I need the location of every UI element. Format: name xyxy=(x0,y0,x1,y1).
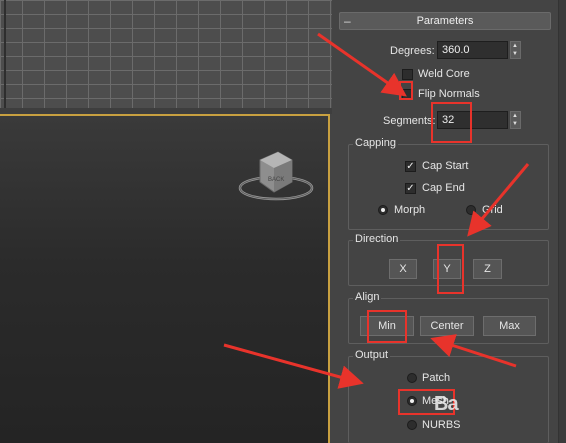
segments-spinner[interactable]: ▲ ▼ xyxy=(510,111,521,129)
grid-radio[interactable] xyxy=(466,205,476,215)
flip-normals-label: Flip Normals xyxy=(418,88,480,100)
weld-core-label: Weld Core xyxy=(418,68,470,80)
weld-core-checkbox[interactable] xyxy=(402,69,413,80)
rollout-title: Parameters xyxy=(416,15,474,27)
spinner-down-icon[interactable]: ▼ xyxy=(512,120,518,128)
viewport-divider xyxy=(4,0,6,108)
align-max-button[interactable]: Max xyxy=(483,316,536,336)
spinner-up-icon[interactable]: ▲ xyxy=(512,42,518,50)
command-panel: – Parameters Degrees: 360.0 ▲ ▼ Weld Cor… xyxy=(332,0,566,443)
morph-radio[interactable] xyxy=(378,205,388,215)
align-center-button[interactable]: Center xyxy=(420,316,474,336)
parameters-rollout-header[interactable]: – Parameters xyxy=(339,12,551,30)
spinner-down-icon[interactable]: ▼ xyxy=(512,50,518,58)
morph-label: Morph xyxy=(394,204,426,216)
capping-title: Capping xyxy=(353,137,398,149)
segments-label: Segments: xyxy=(383,115,436,127)
nurbs-radio[interactable] xyxy=(407,420,417,430)
viewcube-face-label: BACK xyxy=(268,177,284,183)
highlight-flip-normals xyxy=(399,81,413,100)
patch-label: Patch xyxy=(422,372,451,384)
direction-title: Direction xyxy=(353,233,401,245)
cap-end-checkbox[interactable]: ✓ xyxy=(405,183,416,194)
panel-scrollbar[interactable] xyxy=(558,0,566,443)
highlight-segments xyxy=(431,102,472,143)
cap-start-checkbox[interactable]: ✓ xyxy=(405,161,416,172)
cap-end-label: Cap End xyxy=(422,182,465,194)
degrees-field[interactable]: 360.0 xyxy=(437,41,508,59)
direction-z-button[interactable]: Z xyxy=(473,259,502,279)
highlight-direction-y xyxy=(437,244,464,294)
highlight-align-min xyxy=(367,310,407,343)
degrees-label: Degrees: xyxy=(390,45,435,57)
spinner-up-icon[interactable]: ▲ xyxy=(512,112,518,120)
nurbs-label: NURBS xyxy=(422,419,461,431)
direction-x-button[interactable]: X xyxy=(389,259,417,279)
watermark-text: Ba xyxy=(434,393,459,415)
viewcube-icon[interactable]: BACK xyxy=(238,148,318,212)
patch-radio[interactable] xyxy=(407,373,417,383)
grid-label: Grid xyxy=(482,204,503,216)
cap-start-label: Cap Start xyxy=(422,160,469,172)
output-title: Output xyxy=(353,349,391,361)
degrees-spinner[interactable]: ▲ ▼ xyxy=(510,41,521,59)
align-title: Align xyxy=(353,291,382,303)
top-viewport[interactable] xyxy=(0,0,332,108)
